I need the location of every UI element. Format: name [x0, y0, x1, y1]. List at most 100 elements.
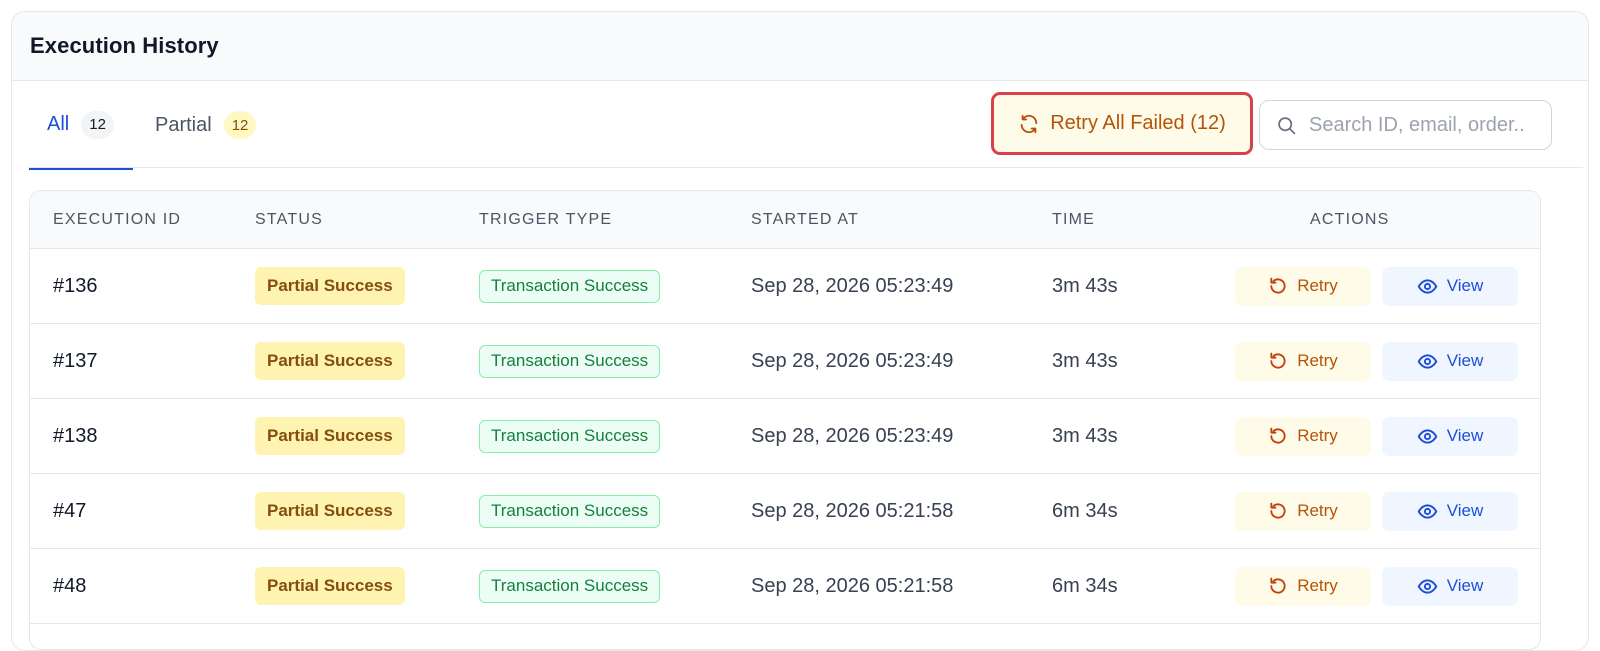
column-header-started-at: STARTED AT — [751, 211, 860, 228]
tab-all-label: All — [47, 113, 70, 135]
refresh-icon — [1018, 113, 1040, 135]
tab-partial-label: Partial — [155, 113, 212, 136]
tab-partial[interactable]: Partial 12 — [137, 82, 274, 168]
column-header-actions: ACTIONS — [1310, 211, 1390, 228]
status-badge: Partial Success — [255, 492, 405, 530]
actions-cell: Retry View — [1235, 324, 1518, 398]
actions-cell: Retry View — [1235, 399, 1518, 473]
duration: 3m 43s — [1052, 349, 1118, 372]
column-header-status: STATUS — [255, 211, 323, 228]
trigger-cell: Transaction Success — [479, 474, 661, 548]
retry-button-label: Retry — [1297, 351, 1338, 370]
eye-icon — [1417, 351, 1438, 372]
retry-button[interactable]: Retry — [1235, 491, 1371, 531]
eye-icon — [1417, 426, 1438, 447]
rotate-ccw-icon — [1268, 351, 1288, 371]
retry-all-failed-button[interactable]: Retry All Failed (12) — [991, 92, 1253, 155]
column-header-time: TIME — [1052, 211, 1096, 228]
trigger-cell: Transaction Success — [479, 324, 661, 398]
view-button[interactable]: View — [1382, 566, 1518, 606]
tabs-divider — [29, 167, 1583, 168]
eye-icon — [1417, 501, 1438, 522]
view-button-label: View — [1446, 501, 1484, 520]
duration: 3m 43s — [1052, 424, 1118, 447]
table-row: #138 Partial Success Transaction Success… — [30, 399, 1540, 474]
table-body: #136 Partial Success Transaction Success… — [30, 249, 1540, 624]
view-button[interactable]: View — [1382, 416, 1518, 456]
tab-all-count-badge: 12 — [81, 110, 114, 139]
tab-partial-count-badge: 12 — [223, 111, 257, 139]
trigger-type-badge: Transaction Success — [479, 494, 661, 528]
column-header-trigger-type: TRIGGER TYPE — [479, 211, 613, 228]
rotate-ccw-icon — [1268, 576, 1288, 596]
view-button[interactable]: View — [1382, 341, 1518, 381]
view-button[interactable]: View — [1382, 266, 1518, 306]
table-header: EXECUTION ID STATUS TRIGGER TYPE STARTED… — [30, 191, 1540, 249]
status-badge: Partial Success — [255, 567, 405, 605]
status-cell: Partial Success — [255, 249, 405, 323]
status-badge: Partial Success — [255, 417, 405, 455]
trigger-type-badge: Transaction Success — [479, 419, 661, 453]
status-cell: Partial Success — [255, 399, 405, 473]
retry-button[interactable]: Retry — [1235, 341, 1371, 381]
started-at: Sep 28, 2026 05:23:49 — [751, 274, 954, 297]
table-row: #137 Partial Success Transaction Success… — [30, 324, 1540, 399]
table-row: #48 Partial Success Transaction Success … — [30, 549, 1540, 624]
view-button-label: View — [1446, 351, 1484, 370]
eye-icon — [1417, 576, 1438, 597]
trigger-cell: Transaction Success — [479, 249, 661, 323]
status-badge: Partial Success — [255, 267, 405, 305]
duration: 6m 34s — [1052, 574, 1118, 597]
view-button[interactable]: View — [1382, 491, 1518, 531]
actions-cell: Retry View — [1235, 249, 1518, 323]
execution-id: #47 — [53, 499, 87, 522]
search-box[interactable] — [1259, 100, 1552, 150]
toolbar: All 12 Partial 12 Retry All Failed (12) — [29, 82, 1583, 178]
retry-button-label: Retry — [1297, 426, 1338, 445]
rotate-ccw-icon — [1268, 276, 1288, 296]
executions-table: EXECUTION ID STATUS TRIGGER TYPE STARTED… — [29, 190, 1541, 650]
retry-button-label: Retry — [1297, 576, 1338, 595]
started-at: Sep 28, 2026 05:23:49 — [751, 424, 954, 447]
retry-button[interactable]: Retry — [1235, 266, 1371, 306]
trigger-type-badge: Transaction Success — [479, 269, 661, 303]
execution-id: #138 — [53, 424, 98, 447]
trigger-cell: Transaction Success — [479, 399, 661, 473]
retry-button-label: Retry — [1297, 276, 1338, 295]
view-button-label: View — [1446, 426, 1484, 445]
execution-id: #48 — [53, 574, 87, 597]
status-badge: Partial Success — [255, 342, 405, 380]
duration: 3m 43s — [1052, 274, 1118, 297]
search-input[interactable] — [1309, 113, 1545, 137]
trigger-type-badge: Transaction Success — [479, 569, 661, 603]
started-at: Sep 28, 2026 05:23:49 — [751, 349, 954, 372]
actions-cell: Retry View — [1235, 474, 1518, 548]
status-cell: Partial Success — [255, 474, 405, 548]
view-button-label: View — [1446, 276, 1484, 295]
retry-button-label: Retry — [1297, 501, 1338, 520]
status-cell: Partial Success — [255, 324, 405, 398]
status-cell: Partial Success — [255, 549, 405, 623]
table-row: #47 Partial Success Transaction Success … — [30, 474, 1540, 549]
started-at: Sep 28, 2026 05:21:58 — [751, 499, 954, 522]
rotate-ccw-icon — [1268, 426, 1288, 446]
retry-button[interactable]: Retry — [1235, 566, 1371, 606]
retry-all-failed-label: Retry All Failed (12) — [1050, 112, 1226, 134]
page-title: Execution History — [30, 33, 219, 58]
duration: 6m 34s — [1052, 499, 1118, 522]
tab-all[interactable]: All 12 — [29, 82, 133, 170]
trigger-type-badge: Transaction Success — [479, 344, 661, 378]
execution-history-card: Execution History All 12 Partial 12 Retr… — [11, 11, 1589, 651]
execution-id: #136 — [53, 274, 98, 297]
trigger-cell: Transaction Success — [479, 549, 661, 623]
started-at: Sep 28, 2026 05:21:58 — [751, 574, 954, 597]
search-icon — [1276, 115, 1297, 136]
actions-cell: Retry View — [1235, 549, 1518, 623]
rotate-ccw-icon — [1268, 501, 1288, 521]
card-header: Execution History — [12, 12, 1588, 81]
execution-id: #137 — [53, 349, 98, 372]
retry-button[interactable]: Retry — [1235, 416, 1371, 456]
column-header-execution-id: EXECUTION ID — [53, 211, 182, 228]
eye-icon — [1417, 276, 1438, 297]
view-button-label: View — [1446, 576, 1484, 595]
